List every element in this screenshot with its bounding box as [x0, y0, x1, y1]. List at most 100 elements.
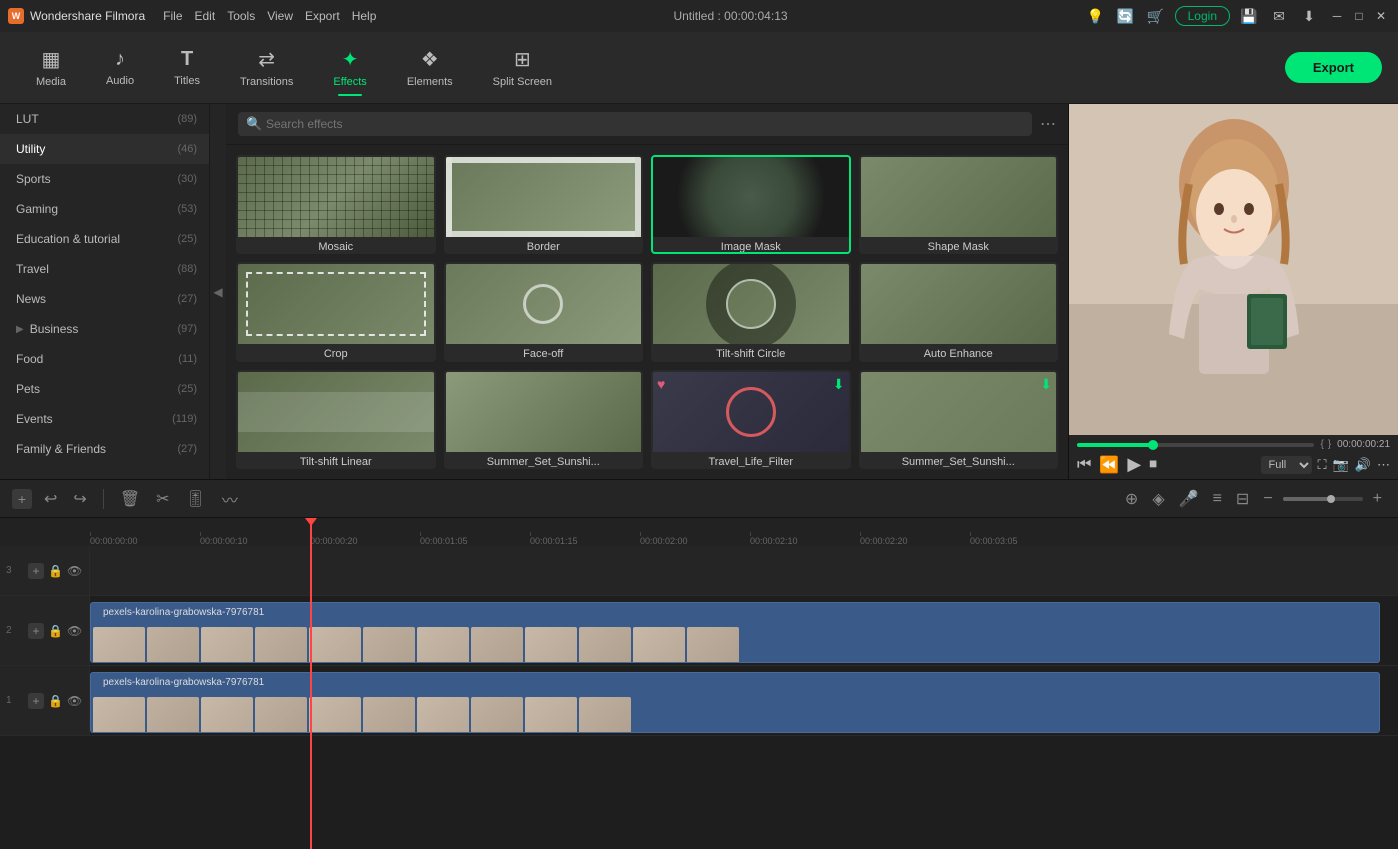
- sidebar-item-news[interactable]: News (27): [0, 284, 209, 314]
- clip-track1[interactable]: pexels-karolina-grabowska-7976781: [90, 672, 1380, 733]
- effect-summer1[interactable]: Summer_Set_Sunshi...: [444, 370, 644, 469]
- toolbar-effects[interactable]: ✦ Effects: [313, 39, 386, 96]
- eye-icon-1[interactable]: 👁: [67, 694, 82, 708]
- effect-tiltcircle[interactable]: Tilt-shift Circle: [651, 262, 851, 361]
- menu-view[interactable]: View: [267, 9, 293, 23]
- eye-icon-3[interactable]: 👁: [67, 564, 82, 578]
- effect-autoenhance[interactable]: Auto Enhance: [859, 262, 1059, 361]
- sidebar-item-sports[interactable]: Sports (30): [0, 164, 209, 194]
- mic-button[interactable]: 🎤: [1175, 487, 1203, 511]
- toolbar-media[interactable]: ▦ Media: [16, 39, 86, 96]
- save-icon[interactable]: 💾: [1238, 5, 1260, 27]
- search-input-wrap: 🔍: [238, 112, 1032, 136]
- more-button[interactable]: ⋯: [1377, 457, 1390, 473]
- zoom-select[interactable]: Full 75% 50%: [1261, 456, 1312, 474]
- menu-edit[interactable]: Edit: [195, 9, 216, 23]
- effect-border-thumb: [446, 157, 642, 237]
- menu-export[interactable]: Export: [305, 9, 340, 23]
- sidebar-gaming-count: (53): [177, 203, 197, 215]
- caption-button[interactable]: ≡: [1209, 488, 1226, 510]
- split-button[interactable]: ⊟: [1232, 487, 1253, 511]
- effect-travel[interactable]: ⬇ ♥ Travel_Life_Filter: [651, 370, 851, 469]
- effect-faceoff[interactable]: Face-off: [444, 262, 644, 361]
- track-3-add[interactable]: +: [28, 563, 44, 579]
- menu-tools[interactable]: Tools: [227, 9, 255, 23]
- effect-summer2[interactable]: ⬇ Summer_Set_Sunshi...: [859, 370, 1059, 469]
- redo-button[interactable]: ↪: [69, 487, 90, 511]
- snap-button[interactable]: ⊕: [1121, 487, 1142, 511]
- track-2-add[interactable]: +: [28, 623, 44, 639]
- effect-border[interactable]: Border: [444, 155, 644, 254]
- delete-button[interactable]: 🗑: [116, 487, 144, 511]
- cut-button[interactable]: ✂: [152, 487, 173, 511]
- eye-icon-2[interactable]: 👁: [67, 624, 82, 638]
- skip-back-button[interactable]: ⏮: [1077, 456, 1091, 474]
- refresh-icon[interactable]: 🔄: [1115, 5, 1137, 27]
- effect-mosaic[interactable]: Mosaic: [236, 155, 436, 254]
- clip-track2[interactable]: pexels-karolina-grabowska-7976781: [90, 602, 1380, 663]
- sidebar-item-lut[interactable]: LUT (89): [0, 104, 209, 134]
- sidebar-collapse-button[interactable]: ◀: [210, 104, 226, 479]
- zoom-in-button[interactable]: +: [1369, 488, 1386, 510]
- lightbulb-icon[interactable]: 💡: [1085, 5, 1107, 27]
- toolbar-transitions[interactable]: ⇄ Transitions: [220, 39, 313, 96]
- sidebar-food-count: (11): [178, 353, 197, 365]
- volume-button[interactable]: 🔊: [1355, 457, 1371, 473]
- lock-icon-1[interactable]: 🔒: [48, 694, 63, 708]
- effects-sidebar: LUT (89) Utility (46) Sports (30) Gaming…: [0, 104, 210, 479]
- sidebar-item-events[interactable]: Events (119): [0, 404, 209, 434]
- sidebar-item-family[interactable]: Family & Friends (27): [0, 434, 209, 464]
- maximize-button[interactable]: □: [1350, 7, 1368, 25]
- menu-file[interactable]: File: [163, 9, 182, 23]
- sidebar-item-travel[interactable]: Travel (88): [0, 254, 209, 284]
- sidebar-item-business[interactable]: ▶ Business (97): [0, 314, 209, 344]
- download-icon[interactable]: ⬇: [1298, 5, 1320, 27]
- zoom-fill: [1283, 497, 1331, 501]
- mail-icon[interactable]: ✉: [1268, 5, 1290, 27]
- lock-icon-2[interactable]: 🔒: [48, 624, 63, 638]
- zoom-slider[interactable]: [1283, 497, 1363, 501]
- effect-shapemask[interactable]: Shape Mask: [859, 155, 1059, 254]
- cart-icon[interactable]: 🛒: [1145, 5, 1167, 27]
- login-button[interactable]: Login: [1175, 6, 1230, 26]
- marker-button[interactable]: ◈: [1148, 487, 1168, 511]
- search-input[interactable]: [238, 112, 1032, 136]
- export-button[interactable]: Export: [1285, 52, 1382, 83]
- progress-bar[interactable]: [1077, 443, 1314, 447]
- minimize-button[interactable]: ─: [1328, 7, 1346, 25]
- sidebar-item-gaming[interactable]: Gaming (53): [0, 194, 209, 224]
- heart-badge-travel: ♥: [657, 376, 665, 392]
- close-button[interactable]: ✕: [1372, 7, 1390, 25]
- sidebar-lut-count: (89): [177, 113, 197, 125]
- sidebar-item-utility[interactable]: Utility (46): [0, 134, 209, 164]
- grid-options-button[interactable]: ⋯: [1040, 114, 1056, 134]
- toolbar-elements[interactable]: ❖ Elements: [387, 39, 473, 96]
- sidebar-business-label: Business: [30, 322, 79, 336]
- toolbar-audio[interactable]: ♪ Audio: [86, 40, 154, 95]
- undo-button[interactable]: ↩: [40, 487, 61, 511]
- snapshot-button[interactable]: 📷: [1333, 457, 1349, 473]
- toolbar-splitscreen[interactable]: ⊞ Split Screen: [473, 39, 572, 96]
- track-1-add[interactable]: +: [28, 693, 44, 709]
- play-button[interactable]: ▶: [1127, 454, 1141, 475]
- lock-icon-3[interactable]: 🔒: [48, 564, 63, 578]
- toolbar-titles[interactable]: T Titles: [154, 40, 220, 95]
- effect-imagemask[interactable]: Image Mask: [651, 155, 851, 254]
- sidebar-item-education[interactable]: Education & tutorial (25): [0, 224, 209, 254]
- sidebar-item-food[interactable]: Food (11): [0, 344, 209, 374]
- stop-button[interactable]: ⏹: [1149, 456, 1157, 474]
- sidebar-news-label: News: [16, 292, 46, 306]
- toolbar-separator-1: [103, 489, 104, 509]
- waveform-button[interactable]: 〰: [218, 485, 242, 513]
- step-back-button[interactable]: ⏪: [1099, 455, 1119, 475]
- effect-tiltlinear[interactable]: Tilt-shift Linear: [236, 370, 436, 469]
- app-logo: W: [8, 8, 24, 24]
- audio-button[interactable]: 🎚: [182, 487, 210, 511]
- zoom-out-button[interactable]: −: [1259, 488, 1276, 510]
- menu-help[interactable]: Help: [352, 9, 377, 23]
- add-track-button[interactable]: +: [12, 489, 32, 509]
- preview-panel: { } 00:00:00:21 ⏮ ⏪ ▶ ⏹ Full 75% 50%: [1068, 104, 1398, 479]
- fullscreen-button[interactable]: ⛶: [1318, 457, 1327, 473]
- effect-crop[interactable]: Crop: [236, 262, 436, 361]
- sidebar-item-pets[interactable]: Pets (25): [0, 374, 209, 404]
